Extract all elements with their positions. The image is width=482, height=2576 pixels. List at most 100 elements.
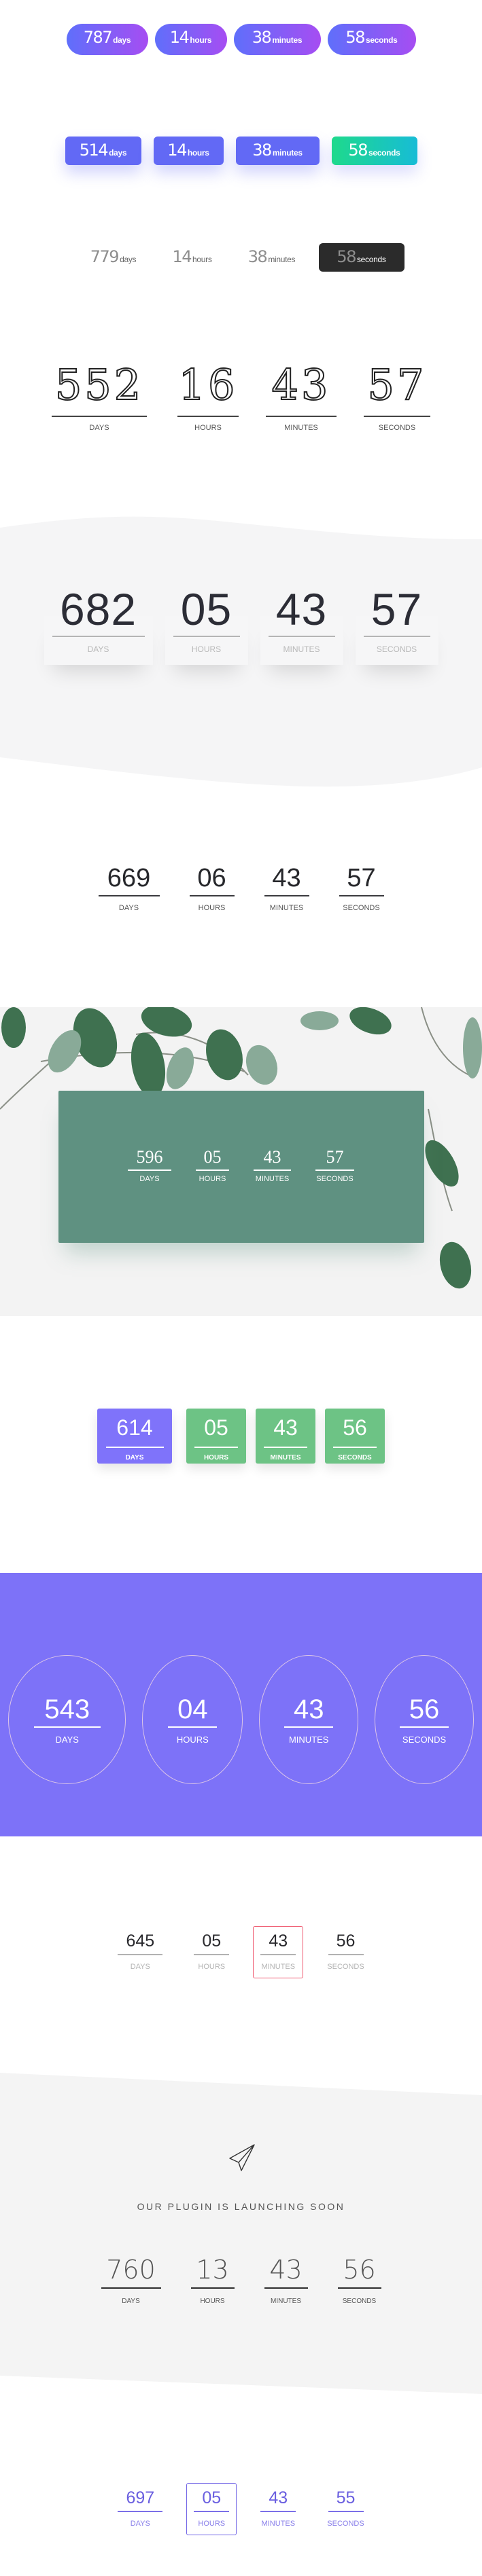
divider	[101, 2287, 161, 2289]
divider	[177, 416, 239, 417]
days-label: DAYS	[118, 904, 139, 912]
seconds-item: 58 seconds	[318, 243, 404, 272]
days-label: DAYS	[122, 2298, 140, 2305]
slanted-background	[0, 2073, 482, 2394]
divider	[173, 636, 240, 637]
seconds-cell: 57 SECONDS	[339, 865, 384, 912]
hours-label: HOURS	[199, 1175, 226, 1183]
hours-cell: 13 HOURS	[190, 2255, 235, 2305]
minutes-cell: 43 MINUTES	[253, 2483, 303, 2535]
minutes-label: minutes	[272, 148, 303, 158]
divider	[168, 1726, 218, 1728]
days-cell: 760 DAYS	[101, 2257, 161, 2305]
divider	[339, 895, 384, 896]
hours-label: HOURS	[194, 424, 222, 432]
hours-value: 04	[177, 1694, 208, 1724]
seconds-value: 56	[336, 1931, 356, 1951]
days-label: DAYS	[125, 1454, 144, 1462]
hours-label: HOURS	[198, 1963, 226, 1971]
seconds-label: SECONDS	[378, 424, 416, 432]
countdown-minimal: 669 DAYS 06 HOURS 43 MINUTES 57 SECONDS	[0, 829, 482, 951]
minutes-value: 43	[273, 1415, 298, 1440]
minutes-cell: 43 MINUTES	[254, 1148, 291, 1183]
hours-value: 05	[202, 2488, 222, 2507]
seconds-label: seconds	[365, 35, 398, 45]
days-card: 614 DAYS	[97, 1409, 172, 1464]
seconds-label: seconds	[368, 148, 400, 158]
days-value: 514	[79, 141, 109, 160]
days-value: 787	[83, 28, 113, 47]
divider	[328, 2511, 364, 2512]
countdown-gradient-pills: 787 days 14 hours 38 minutes 58 seconds	[0, 0, 482, 88]
seconds-value: 57	[326, 1147, 344, 1167]
divider	[190, 2287, 235, 2289]
hours-cell: 06 HOURS	[189, 865, 235, 912]
divider	[264, 2287, 308, 2289]
days-card: 682 DAYS	[44, 584, 153, 665]
seconds-value: 57	[367, 360, 427, 410]
days-label: DAYS	[130, 2520, 150, 2528]
minutes-value: 43	[269, 2255, 303, 2285]
hours-circle: 04 HOURS	[142, 1655, 243, 1784]
divider	[268, 636, 335, 637]
days-value: 645	[126, 1931, 155, 1951]
divider	[266, 416, 337, 417]
countdown-launching-soon: OUR PLUGIN IS LAUNCHING SOON 760 DAYS 13 H…	[0, 2051, 482, 2404]
hours-label: HOURS	[200, 2298, 225, 2305]
seconds-label: SECONDS	[327, 2520, 364, 2528]
divider	[52, 416, 147, 417]
seconds-value: 58	[348, 141, 368, 160]
divider	[264, 895, 309, 896]
seconds-cell: 56 SECONDS	[337, 2257, 381, 2305]
seconds-label: SECONDS	[376, 645, 417, 654]
minutes-label: MINUTES	[283, 645, 320, 654]
hours-value: 13	[196, 2255, 229, 2285]
hours-box: 14 hours	[153, 137, 224, 165]
days-cell: 669 DAYS	[98, 865, 160, 912]
days-label: DAYS	[130, 1963, 150, 1971]
days-pill: 787 days	[66, 24, 148, 55]
divider	[118, 1954, 163, 1955]
hours-label: HOURS	[198, 2520, 226, 2528]
seconds-circle: 56 SECONDS	[375, 1655, 474, 1784]
days-value: 596	[136, 1147, 163, 1167]
days-value: 552	[54, 360, 144, 410]
divider	[363, 636, 430, 637]
seconds-label: SECONDS	[343, 904, 380, 912]
minutes-box: 38 minutes	[235, 137, 320, 165]
divider	[118, 2511, 163, 2512]
hours-value: 14	[169, 28, 190, 47]
hours-cell: 05 HOURS	[186, 1926, 237, 1978]
minutes-item: 38 minutes	[236, 243, 308, 272]
seconds-label: seconds	[356, 255, 386, 264]
hours-label: hours	[192, 255, 212, 264]
divider	[128, 1169, 171, 1171]
hours-value: 14	[172, 247, 192, 266]
seconds-label: SECONDS	[316, 1175, 354, 1183]
seconds-value: 56	[343, 1415, 367, 1440]
seconds-pill: 58 seconds	[327, 24, 416, 55]
hours-value: 05	[180, 584, 233, 634]
minutes-value: 43	[263, 1147, 281, 1167]
minutes-circle: 43 MINUTES	[259, 1655, 359, 1784]
seconds-label: SECONDS	[338, 1454, 372, 1462]
hours-value: 05	[203, 1147, 222, 1167]
days-label: DAYS	[89, 424, 109, 432]
divider	[189, 895, 235, 896]
hours-value: 05	[202, 1931, 222, 1951]
minutes-value: 43	[269, 1931, 288, 1951]
countdown-sketch: 552 DAYS 16 HOURS 43 MINUTES 57 SECONDS	[0, 326, 482, 462]
minutes-cell: 43 MINUTES	[266, 363, 337, 432]
countdown-blue-boxes: 514 days 14 hours 38 minutes 58 seconds	[0, 115, 482, 211]
days-circle: 543 DAYS	[8, 1655, 126, 1784]
hours-label: HOURS	[198, 904, 226, 912]
seconds-box: 58 seconds	[331, 137, 417, 165]
days-value: 697	[126, 2488, 155, 2507]
seconds-label: SECONDS	[342, 2298, 377, 2305]
divider	[194, 1954, 230, 1955]
hours-card: 05 HOURS	[165, 584, 248, 665]
divider	[260, 1954, 296, 1955]
days-cell: 552 DAYS	[52, 360, 147, 432]
seconds-value: 57	[347, 864, 376, 892]
hours-label: HOURS	[191, 645, 222, 654]
